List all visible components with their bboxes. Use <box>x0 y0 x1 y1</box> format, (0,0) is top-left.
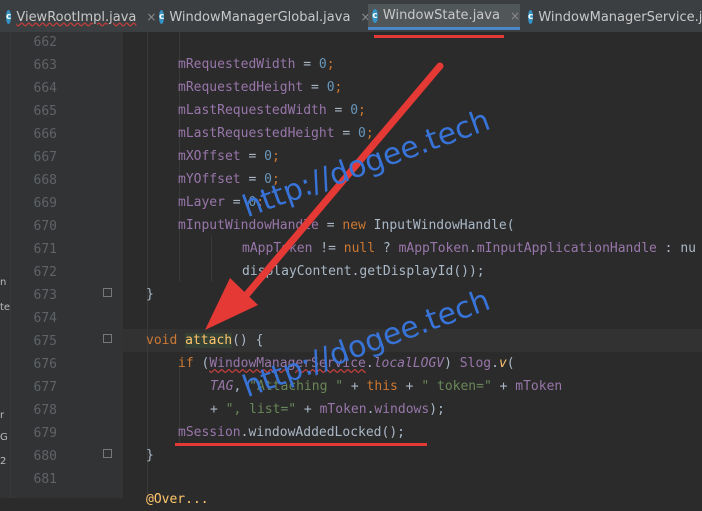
annotation-arrow-icon <box>205 62 444 330</box>
